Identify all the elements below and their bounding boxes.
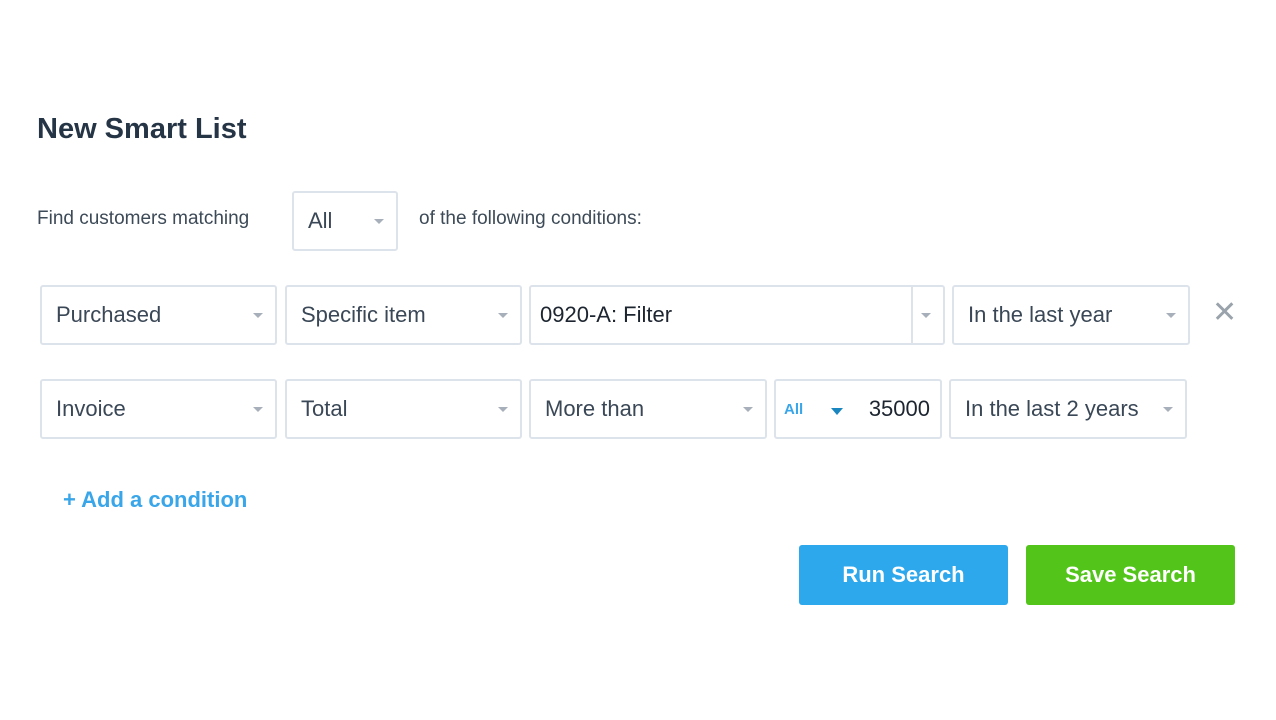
match-prefix: Find customers matching (37, 208, 250, 229)
value: In the last 2 years (965, 396, 1139, 421)
chevron-down-icon (1163, 407, 1173, 412)
value: More than (545, 396, 645, 421)
condition-1-period-select[interactable]: In the last year (952, 285, 1190, 345)
condition-2-comparator-select[interactable]: More than (529, 379, 767, 439)
chevron-down-icon (743, 407, 753, 412)
condition-1-item-combobox[interactable]: 0920-A: Filter (529, 285, 945, 345)
value: Specific item (301, 302, 426, 327)
value: In the last year (968, 302, 1113, 327)
condition-1-field-select[interactable]: Purchased (40, 285, 277, 345)
page-title: New Smart List (37, 113, 247, 145)
condition-2-field-select[interactable]: Invoice (40, 379, 277, 439)
chevron-down-icon (253, 313, 263, 318)
amount-value: 35000 (868, 396, 930, 421)
save-search-button[interactable]: Save Search (1026, 545, 1235, 605)
condition-2-type-select[interactable]: Total (285, 379, 522, 439)
match-select[interactable]: All (292, 191, 398, 251)
match-suffix: of the following conditions: (419, 208, 642, 229)
match-value: All (308, 208, 333, 233)
value: Invoice (56, 396, 126, 421)
caret-down-icon[interactable] (831, 408, 843, 415)
value: Purchased (56, 302, 162, 327)
remove-condition-close-icon[interactable]: ✕ (1212, 295, 1237, 330)
chevron-down-icon (374, 219, 384, 224)
scope-select[interactable]: All (784, 401, 803, 418)
chevron-down-icon (1166, 313, 1176, 318)
chevron-down-icon (498, 313, 508, 318)
value: Total (301, 396, 348, 421)
chevron-down-icon (253, 407, 263, 412)
run-search-button[interactable]: Run Search (799, 545, 1008, 605)
condition-2-amount-input[interactable]: All 35000 (774, 379, 942, 439)
chevron-down-icon (921, 313, 931, 318)
condition-2-period-select[interactable]: In the last 2 years (949, 379, 1187, 439)
divider (911, 287, 913, 343)
value: 0920-A: Filter (540, 302, 673, 327)
chevron-down-icon (498, 407, 508, 412)
add-condition-link[interactable]: + Add a condition (63, 487, 247, 513)
condition-1-type-select[interactable]: Specific item (285, 285, 522, 345)
